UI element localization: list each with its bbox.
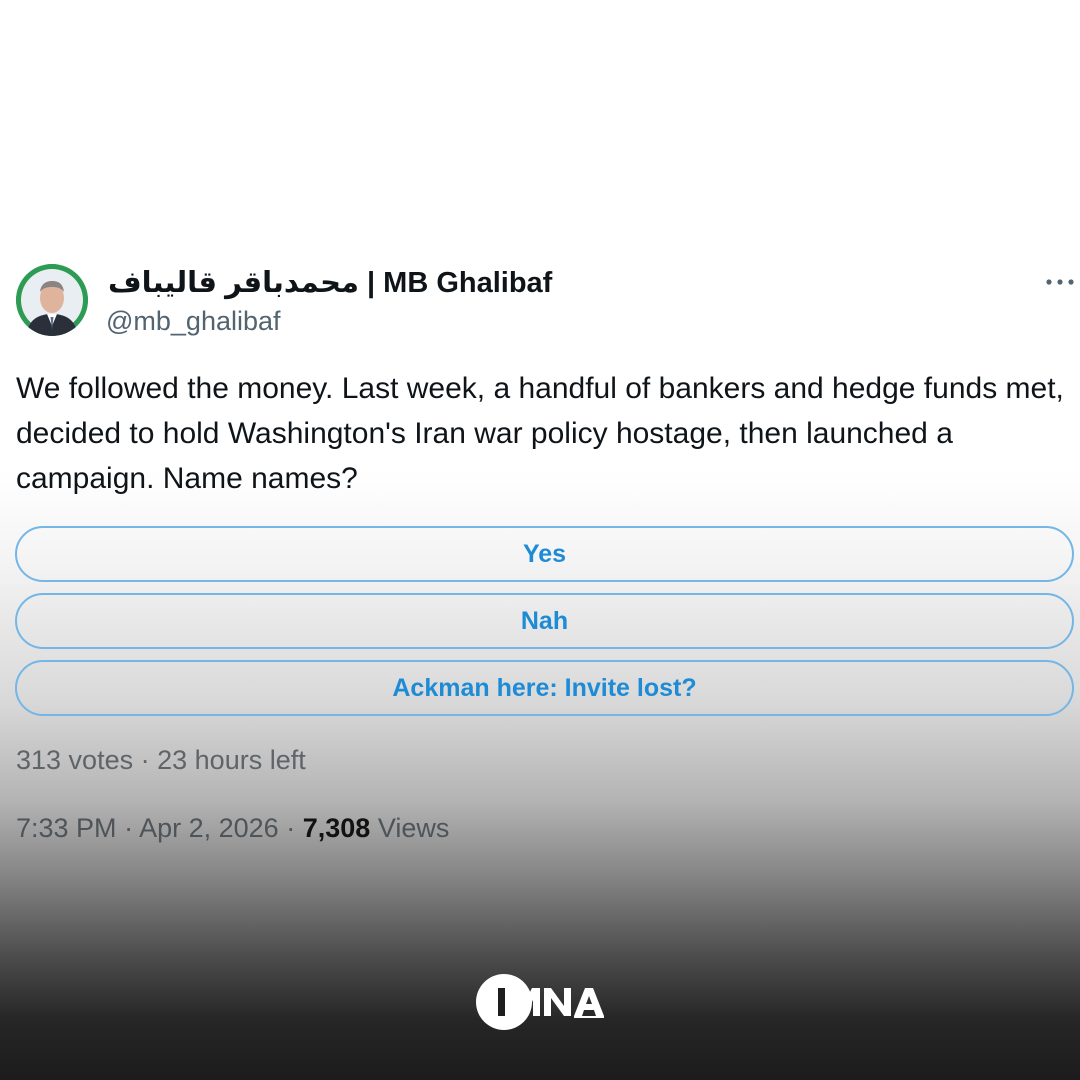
tweet-time[interactable]: 7:33 PM xyxy=(16,813,117,843)
poll-votes: 313 votes xyxy=(16,745,134,775)
imna-logo xyxy=(474,970,614,1034)
user-handle[interactable]: @mb_ghalibaf xyxy=(106,304,281,338)
views-label: Views xyxy=(377,813,450,843)
poll-separator: · xyxy=(140,745,150,775)
poll-time-left: 23 hours left xyxy=(157,745,306,775)
timestamp-separator: · xyxy=(124,813,134,843)
poll-option-ackman[interactable]: Ackman here: Invite lost? xyxy=(15,660,1074,716)
poll-option-yes[interactable]: Yes xyxy=(15,526,1074,582)
timestamp-separator: · xyxy=(286,813,296,843)
avatar[interactable] xyxy=(16,264,88,336)
display-name[interactable]: محمدباقر قالیباف | MB Ghalibaf xyxy=(108,264,552,302)
poll-meta: 313 votes · 23 hours left xyxy=(16,742,306,778)
tweet-header: محمدباقر قالیباف | MB Ghalibaf @mb_ghali… xyxy=(16,264,1080,340)
views-count: 7,308 xyxy=(302,813,371,843)
tweet-date[interactable]: Apr 2, 2026 xyxy=(139,813,279,843)
tweet-text: We followed the money. Last week, a hand… xyxy=(16,372,1064,495)
avatar-photo xyxy=(16,264,88,336)
tweet-timestamp: 7:33 PM · Apr 2, 2026 · 7,308 Views xyxy=(16,810,449,846)
more-horizontal-icon[interactable] xyxy=(1042,264,1078,300)
poll-option-nah[interactable]: Nah xyxy=(15,593,1074,649)
